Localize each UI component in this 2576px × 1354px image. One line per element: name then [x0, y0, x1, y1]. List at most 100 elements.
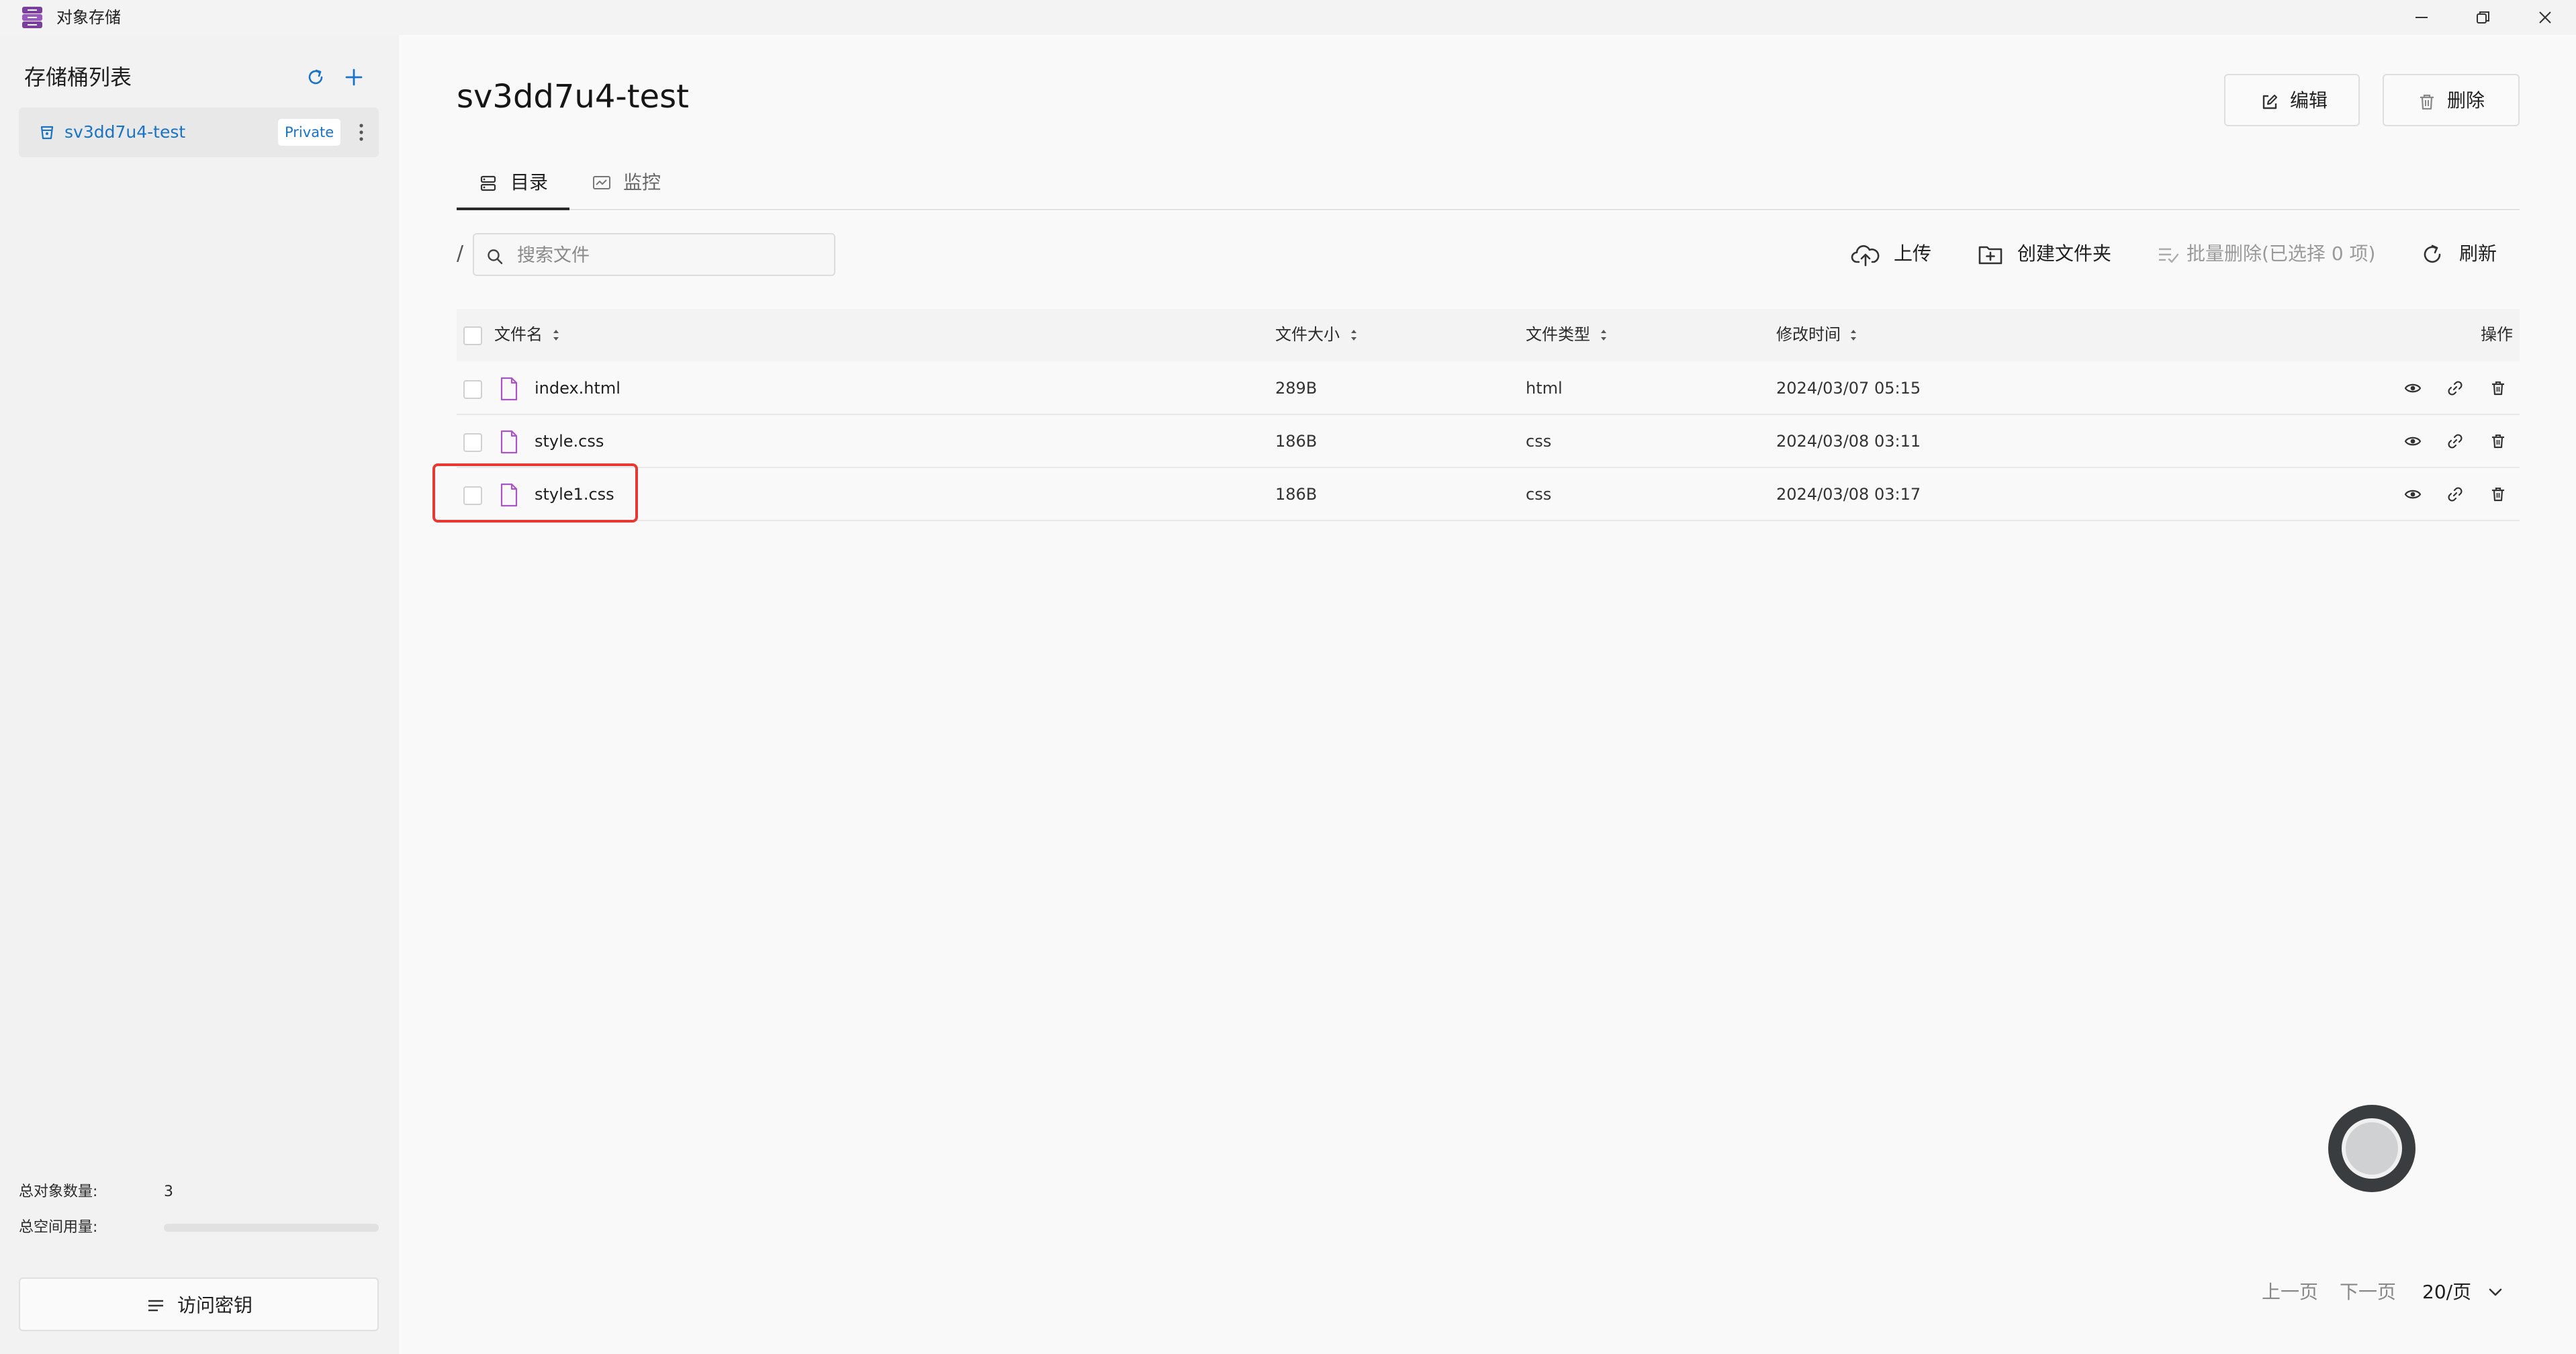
file-name[interactable]: index.html	[535, 376, 620, 400]
search-input[interactable]	[517, 242, 826, 268]
access-key-button[interactable]: 访问密钥	[19, 1277, 379, 1331]
edit-icon	[2260, 93, 2279, 111]
folder-plus-icon	[1977, 241, 2004, 268]
sort-icon[interactable]	[552, 327, 560, 343]
create-folder-label: 创建文件夹	[2017, 242, 2112, 265]
preview-eye-icon[interactable]	[2404, 486, 2422, 502]
copy-link-icon[interactable]	[2447, 433, 2463, 449]
object-count-label: 总对象数量:	[19, 1183, 98, 1200]
highlight-annotation	[432, 463, 638, 523]
floating-button-core	[2342, 1118, 2402, 1179]
file-icon	[500, 430, 518, 454]
bucket-name: sv3dd7u4-test	[64, 122, 186, 142]
sort-icon[interactable]	[1350, 327, 1358, 343]
column-header-size[interactable]: 文件大小	[1275, 322, 1340, 347]
batch-delete-button[interactable]: 批量删除(已选择 0 项)	[2157, 238, 2381, 271]
refresh-label: 刷新	[2459, 242, 2497, 265]
file-type: css	[1526, 432, 1552, 451]
cloud-upload-icon	[1851, 241, 1880, 268]
file-type: css	[1526, 485, 1552, 504]
server-icon	[479, 175, 497, 192]
close-button[interactable]	[2514, 0, 2576, 35]
tab-directory-label: 目录	[510, 171, 549, 193]
preview-eye-icon[interactable]	[2404, 380, 2422, 396]
bucket-icon	[39, 124, 55, 140]
minimize-icon	[2416, 17, 2428, 18]
window-title: 对象存储	[56, 8, 121, 27]
breadcrumb-path[interactable]: /	[457, 240, 463, 267]
table-row[interactable]: style1.css 186B css 2024/03/08 03:17	[457, 469, 2520, 521]
column-header-modified[interactable]: 修改时间	[1776, 322, 1841, 347]
sidebar-title: 存储桶列表	[24, 64, 132, 90]
table-row[interactable]: index.html 289B html 2024/03/07 05:15	[457, 363, 2520, 415]
prev-page-button[interactable]: 上一页	[2262, 1279, 2318, 1306]
sort-icon[interactable]	[1849, 327, 1857, 343]
more-vertical-icon[interactable]	[353, 121, 369, 144]
copy-link-icon[interactable]	[2447, 486, 2463, 502]
bucket-item[interactable]: sv3dd7u4-test Private	[19, 107, 379, 157]
title-bar: 对象存储	[0, 0, 2576, 35]
file-name[interactable]: style.css	[535, 429, 604, 453]
sort-icon[interactable]	[1600, 327, 1608, 343]
file-type: html	[1526, 379, 1563, 398]
preview-eye-icon[interactable]	[2404, 433, 2422, 449]
next-page-button[interactable]: 下一页	[2340, 1279, 2396, 1306]
refresh-buckets-icon[interactable]	[306, 67, 326, 87]
edit-label: 编辑	[2290, 89, 2328, 111]
access-key-label: 访问密钥	[177, 1294, 253, 1316]
menu-lines-icon	[146, 1298, 165, 1314]
row-checkbox[interactable]	[463, 433, 482, 452]
bucket-access-badge: Private	[278, 119, 341, 146]
file-size: 289B	[1275, 379, 1318, 398]
tab-directory[interactable]: 目录	[457, 154, 569, 211]
column-header-actions: 操作	[2481, 325, 2513, 344]
delete-file-icon[interactable]	[2490, 486, 2506, 502]
object-count-value: 3	[164, 1183, 173, 1200]
file-modified: 2024/03/08 03:17	[1776, 485, 1921, 504]
page-title: sv3dd7u4-test	[457, 78, 689, 116]
table-row[interactable]: style.css 186B css 2024/03/08 03:11	[457, 416, 2520, 468]
copy-link-icon[interactable]	[2447, 380, 2463, 396]
delete-file-icon[interactable]	[2490, 433, 2506, 449]
create-folder-button[interactable]: 创建文件夹	[1977, 238, 2111, 271]
upload-label: 上传	[1894, 242, 1932, 265]
column-header-type[interactable]: 文件类型	[1526, 322, 1590, 347]
refresh-icon	[2420, 241, 2444, 268]
floating-assistant-button[interactable]	[2328, 1105, 2416, 1192]
column-header-name[interactable]: 文件名	[494, 322, 543, 347]
minimize-button[interactable]	[2391, 0, 2452, 35]
tab-monitor-label: 监控	[623, 171, 661, 193]
space-used-label: 总空间用量:	[19, 1219, 98, 1236]
space-usage-bar	[164, 1224, 379, 1232]
chevron-down-icon[interactable]	[2487, 1287, 2503, 1298]
add-bucket-icon[interactable]	[344, 67, 364, 87]
page-size-select[interactable]: 20/页	[2422, 1279, 2471, 1306]
upload-button[interactable]: 上传	[1851, 238, 1934, 271]
file-size: 186B	[1275, 432, 1318, 451]
row-checkbox[interactable]	[463, 380, 482, 399]
edit-button[interactable]: 编辑	[2224, 74, 2360, 126]
delete-file-icon[interactable]	[2490, 380, 2506, 396]
select-all-checkbox[interactable]	[463, 326, 482, 345]
close-icon	[2539, 11, 2551, 24]
list-check-icon	[2157, 241, 2181, 268]
active-tab-indicator	[457, 208, 569, 210]
delete-label: 删除	[2447, 89, 2485, 111]
tabs-divider	[457, 209, 2520, 210]
search-icon	[486, 248, 504, 265]
refresh-button[interactable]: 刷新	[2420, 238, 2503, 271]
batch-delete-label: 批量删除(已选择 0 项)	[2187, 242, 2376, 265]
file-icon	[500, 377, 518, 401]
restore-button[interactable]	[2452, 0, 2514, 35]
restore-icon	[2477, 11, 2489, 24]
file-modified: 2024/03/07 05:15	[1776, 379, 1921, 398]
tab-monitor[interactable]: 监控	[569, 154, 677, 211]
file-size: 186B	[1275, 485, 1318, 504]
table-header: 文件名 文件大小 文件类型 修改时间 操作	[457, 309, 2520, 361]
search-box[interactable]	[473, 233, 835, 276]
sidebar: 存储桶列表 sv3dd7u4-test Private 总对象数量: 3 总空间…	[0, 35, 399, 1354]
file-modified: 2024/03/08 03:11	[1776, 432, 1921, 451]
monitor-chart-icon	[592, 175, 611, 192]
delete-bucket-button[interactable]: 删除	[2383, 74, 2520, 126]
trash-icon	[2418, 93, 2436, 111]
